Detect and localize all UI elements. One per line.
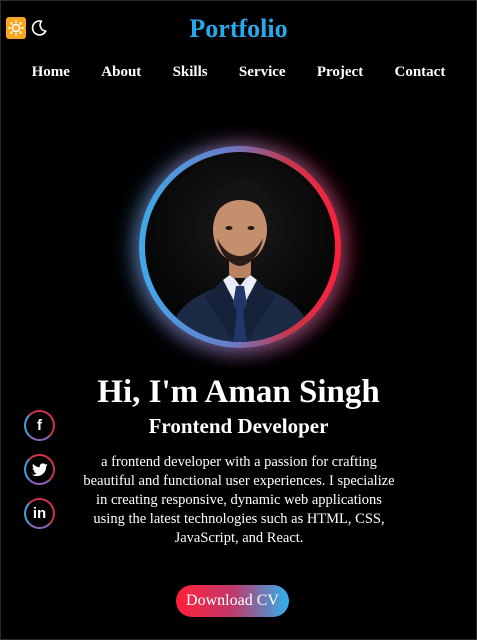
main-nav: Home About Skills Service Project Contac… (10, 64, 467, 81)
nav-about[interactable]: About (101, 64, 141, 81)
hero-description: a frontend developer with a passion for … (83, 454, 395, 546)
nav-contact[interactable]: Contact (395, 64, 446, 81)
profile-portrait (165, 179, 315, 342)
hero-role: Frontend Developer (148, 414, 329, 438)
nav-service[interactable]: Service (239, 64, 286, 81)
facebook-link[interactable]: f (24, 410, 55, 441)
download-cv-button[interactable]: Download CV (176, 585, 289, 617)
nav-home[interactable]: Home (32, 64, 70, 81)
facebook-icon: f (37, 417, 42, 434)
hero-name: Hi, I'm Aman Singh (97, 374, 380, 410)
profile-ring (139, 146, 341, 348)
profile-photo (145, 152, 335, 342)
nav-project[interactable]: Project (317, 64, 363, 81)
twitter-icon (31, 462, 48, 476)
site-title: Portfolio (189, 14, 288, 43)
nav-skills[interactable]: Skills (173, 64, 208, 81)
twitter-link[interactable] (24, 454, 55, 485)
linkedin-icon: in (32, 505, 47, 522)
linkedin-link[interactable]: in (24, 498, 55, 529)
social-links: f in (24, 410, 55, 529)
